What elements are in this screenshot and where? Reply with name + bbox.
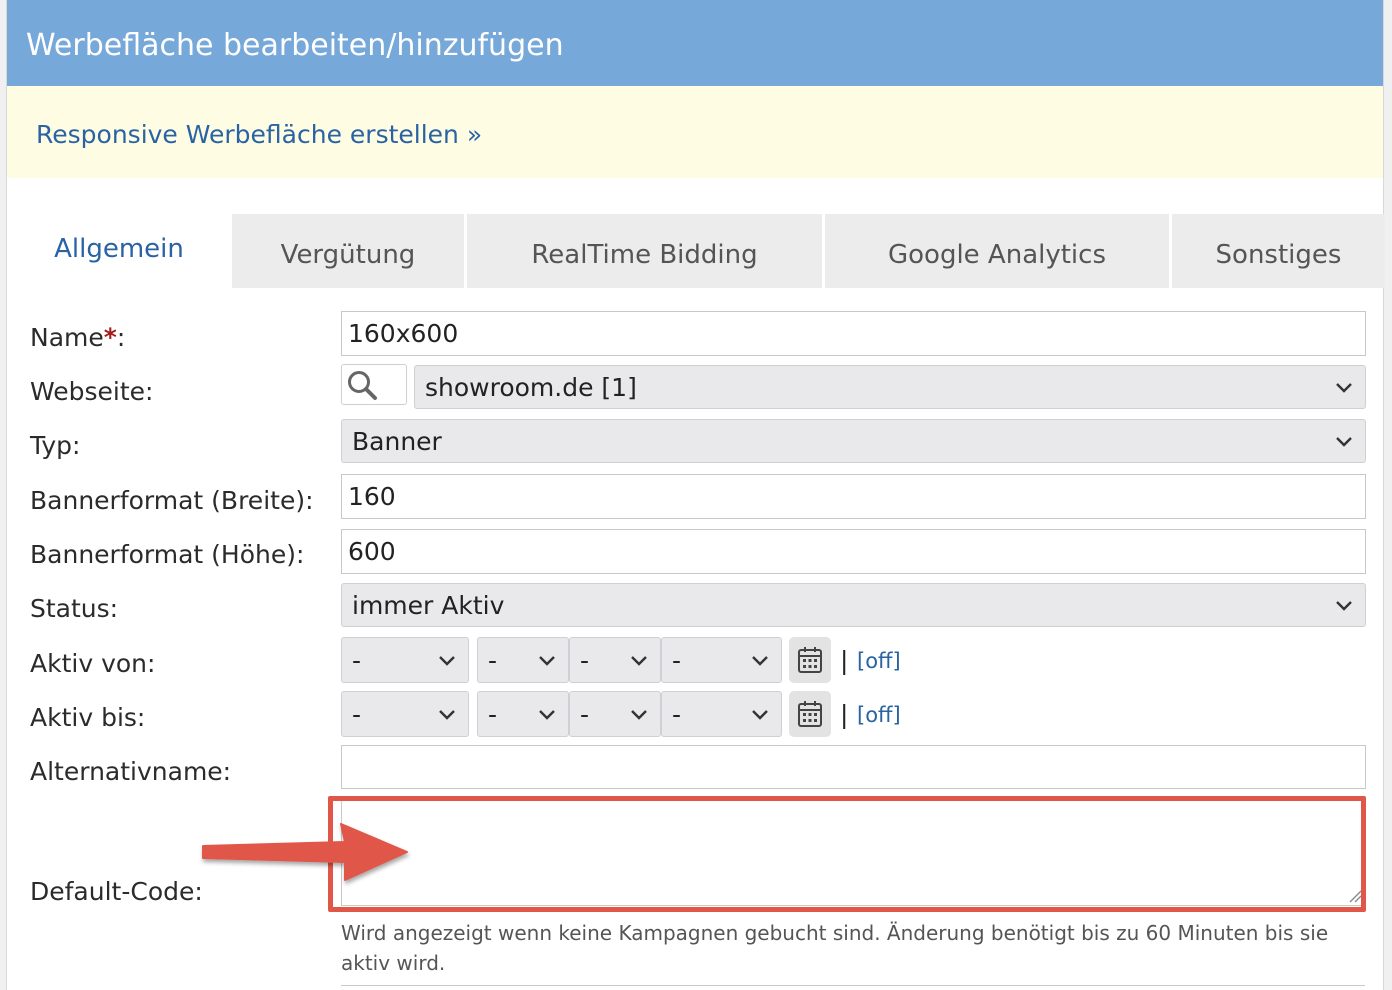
height-input[interactable]: 600: [341, 529, 1366, 574]
name-label: Name*:: [30, 323, 125, 352]
chevron-down-icon: [1335, 378, 1353, 396]
chevron-down-icon: [438, 705, 456, 723]
type-select-value: Banner: [352, 426, 442, 456]
status-select-value: immer Aktiv: [352, 590, 505, 620]
chevron-down-icon: [751, 651, 769, 669]
name-input[interactable]: 160x600: [341, 311, 1366, 356]
chevron-down-icon: [751, 705, 769, 723]
select-value: -: [352, 645, 362, 675]
alt-name-label: Alternativname:: [30, 757, 232, 786]
default-code-label: Default-Code:: [30, 877, 203, 906]
type-label: Typ:: [30, 431, 81, 460]
active-to-year-select[interactable]: -: [569, 691, 661, 737]
chevron-down-icon: [1335, 432, 1353, 450]
select-value: -: [672, 645, 682, 675]
height-label: Bannerformat (Höhe):: [30, 540, 305, 569]
separator: |: [840, 700, 849, 729]
active-from-month-select[interactable]: -: [477, 637, 569, 683]
chevron-down-icon: [438, 651, 456, 669]
search-icon: [348, 371, 377, 400]
website-select[interactable]: showroom.de [1]: [414, 365, 1366, 409]
separator: |: [840, 646, 849, 675]
tab-sonstiges[interactable]: Sonstiges: [1172, 214, 1385, 288]
select-value: -: [672, 699, 682, 729]
active-from-label: Aktiv von:: [30, 649, 156, 678]
active-to-calendar-button[interactable]: [789, 691, 831, 737]
tab-verguetung[interactable]: Vergütung: [232, 214, 464, 288]
type-select[interactable]: Banner: [341, 419, 1366, 463]
chevron-down-icon: [538, 705, 556, 723]
alt-name-input[interactable]: [341, 745, 1366, 789]
status-label: Status:: [30, 594, 119, 623]
required-mark: *: [103, 323, 117, 352]
chevron-down-icon: [1335, 596, 1353, 614]
next-field-edge: [341, 985, 1365, 990]
active-to-month-select[interactable]: -: [477, 691, 569, 737]
chevron-down-icon: [630, 705, 648, 723]
width-label: Bannerformat (Breite):: [30, 486, 314, 515]
arrow-annotation-icon: [202, 823, 408, 881]
select-value: -: [488, 699, 498, 729]
active-to-label: Aktiv bis:: [30, 703, 146, 732]
select-value: -: [352, 699, 362, 729]
chevron-down-icon: [630, 651, 648, 669]
title-bar: Werbefläche bearbeiten/hinzufügen: [7, 0, 1383, 86]
tab-bar: Allgemein Vergütung RealTime Bidding Goo…: [7, 214, 1385, 288]
select-value: -: [580, 699, 590, 729]
website-search-button[interactable]: [341, 364, 407, 405]
name-label-colon: :: [116, 323, 126, 352]
tab-label: Sonstiges: [1215, 240, 1342, 270]
website-select-value: showroom.de [1]: [425, 372, 637, 402]
active-to-time-select[interactable]: -: [661, 691, 782, 737]
website-label: Webseite:: [30, 377, 154, 406]
tab-label: RealTime Bidding: [531, 240, 758, 270]
calendar-icon: [798, 701, 822, 727]
active-from-year-select[interactable]: -: [569, 637, 661, 683]
tab-google-analytics[interactable]: Google Analytics: [825, 214, 1169, 288]
tab-label: Google Analytics: [887, 240, 1107, 270]
tab-label: Allgemein: [54, 234, 184, 264]
select-value: -: [488, 645, 498, 675]
edit-panel: Werbefläche bearbeiten/hinzufügen Respon…: [6, 0, 1385, 990]
tab-allgemein[interactable]: Allgemein: [7, 214, 231, 288]
active-from-time-select[interactable]: -: [661, 637, 782, 683]
tab-realtime-bidding[interactable]: RealTime Bidding: [467, 214, 822, 288]
page-title: Werbefläche bearbeiten/hinzufügen: [26, 28, 564, 63]
notice-box: Responsive Werbefläche erstellen »: [7, 86, 1383, 178]
active-to-off-link[interactable]: [off]: [857, 703, 901, 727]
active-to-day-select[interactable]: -: [341, 691, 469, 737]
chevron-down-icon: [538, 651, 556, 669]
width-input[interactable]: 160: [341, 474, 1366, 519]
name-label-text: Name: [30, 323, 104, 352]
highlight-box: [328, 796, 1366, 912]
active-from-off-link[interactable]: [off]: [857, 649, 901, 673]
status-select[interactable]: immer Aktiv: [341, 583, 1366, 627]
responsive-link[interactable]: Responsive Werbefläche erstellen »: [36, 120, 482, 149]
tab-label: Vergütung: [280, 240, 416, 270]
default-code-help-text: Wird angezeigt wenn keine Kampagnen gebu…: [341, 921, 1329, 975]
active-from-day-select[interactable]: -: [341, 637, 469, 683]
calendar-icon: [798, 647, 822, 673]
active-from-calendar-button[interactable]: [789, 637, 831, 683]
select-value: -: [580, 645, 590, 675]
